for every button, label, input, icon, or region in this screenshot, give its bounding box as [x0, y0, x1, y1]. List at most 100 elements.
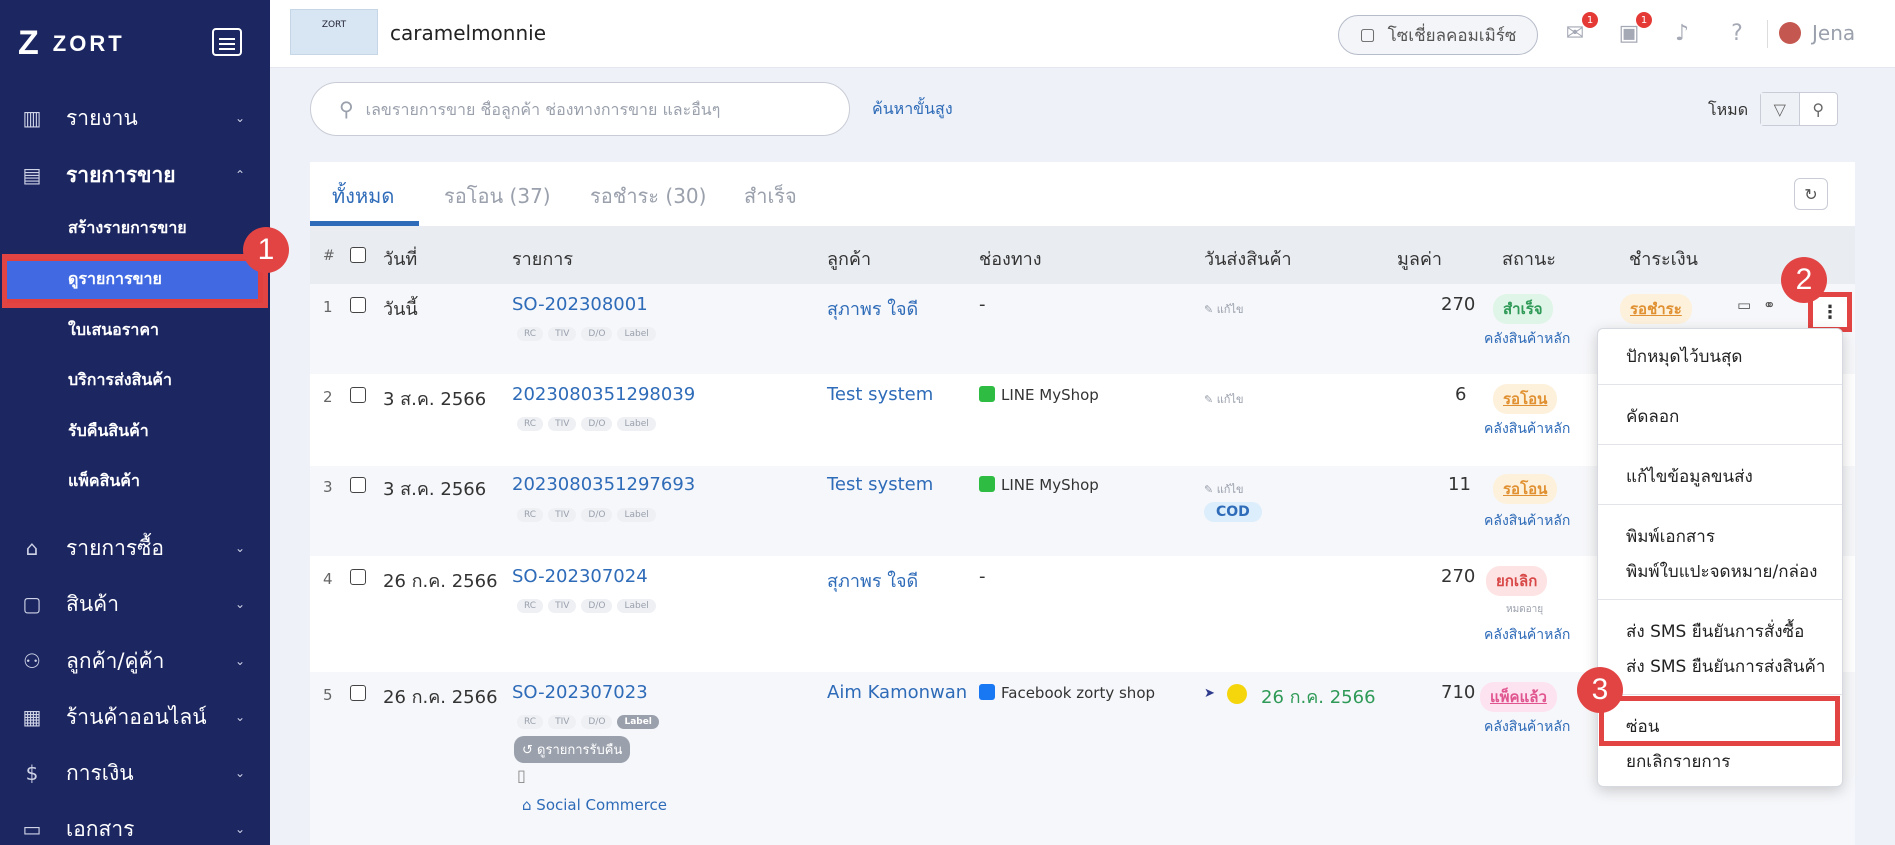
tab-all[interactable]: ทั้งหมด — [332, 180, 394, 212]
advanced-search-link[interactable]: ค้นหาขั้นสูง — [872, 97, 953, 122]
order-number-link[interactable]: 2023080351298039 — [512, 384, 695, 405]
link-icon[interactable]: ⚭ — [1763, 296, 1776, 314]
row-checkbox[interactable] — [350, 477, 366, 493]
tab-completed[interactable]: สำเร็จ — [744, 180, 797, 212]
sub-item-packing[interactable]: แพ็คสินค้า — [68, 466, 140, 496]
tag-label[interactable]: Label — [617, 327, 656, 341]
sub-item-create-sale[interactable]: สร้างรายการขาย — [68, 213, 187, 243]
warehouse-link[interactable]: คลังสินค้าหลัก — [1484, 716, 1570, 738]
tag-tiv[interactable]: TIV — [548, 715, 577, 729]
customer-link[interactable]: Test system — [827, 384, 933, 405]
col-channel[interactable]: ช่องทาง — [979, 244, 1042, 273]
col-status[interactable]: สถานะ — [1502, 244, 1556, 273]
menu-sms-shipping[interactable]: ส่ง SMS ยืนยันการส่งสินค้า — [1626, 653, 1825, 680]
order-number-link[interactable]: SO-202307024 — [512, 566, 648, 587]
tag-rc[interactable]: RC — [517, 715, 544, 729]
nav-item-online-store[interactable]: ▦ ร้านค้าออนไลน์ ⌄ — [0, 692, 270, 742]
nav-item-products[interactable]: ▢ สินค้า ⌄ — [0, 579, 270, 629]
search-mode-icon[interactable]: ⚲ — [1800, 93, 1838, 125]
customer-link[interactable]: สุภาพร ใจดี — [827, 566, 918, 595]
status-badge[interactable]: แพ็คแล้ว — [1480, 682, 1557, 712]
menu-print-document[interactable]: พิมพ์เอกสาร — [1626, 523, 1715, 550]
nav-item-customers[interactable]: ⚇ ลูกค้า/คู่ค้า ⌄ — [0, 636, 270, 686]
tag-label[interactable]: Label — [617, 508, 656, 522]
view-returns-tag[interactable]: ↺ ดูรายการรับคืน — [514, 736, 631, 763]
tag-do[interactable]: D/O — [581, 327, 613, 341]
warehouse-link[interactable]: คลังสินค้าหลัก — [1484, 418, 1570, 440]
tag-do[interactable]: D/O — [581, 417, 613, 431]
tag-label[interactable]: Label — [617, 599, 656, 613]
warehouse-link[interactable]: คลังสินค้าหลัก — [1484, 510, 1570, 532]
col-date[interactable]: วันที่ — [383, 244, 417, 273]
nav-item-documents[interactable]: ▭ เอกสาร ⌄ — [0, 804, 270, 845]
customer-link[interactable]: Test system — [827, 474, 933, 495]
nav-item-finance[interactable]: $ การเงิน ⌄ — [0, 748, 270, 798]
col-customer[interactable]: ลูกค้า — [827, 244, 871, 273]
tag-tiv[interactable]: TIV — [548, 508, 577, 522]
payment-badge[interactable]: รอชำระ — [1620, 294, 1692, 324]
tag-label[interactable]: Label — [617, 417, 656, 431]
shop-logo[interactable]: ZORT — [290, 9, 378, 55]
row-checkbox[interactable] — [350, 569, 366, 585]
tag-label[interactable]: Label — [617, 715, 659, 729]
avatar[interactable] — [1779, 22, 1801, 44]
menu-edit-shipping[interactable]: แก้ไขข้อมูลขนส่ง — [1626, 463, 1753, 490]
sub-item-returns[interactable]: รับคืนสินค้า — [68, 416, 149, 446]
social-commerce-button[interactable]: ▢ โซเชี่ยลคอมเมิร์ซ — [1338, 15, 1538, 55]
col-payment[interactable]: ชำระเงิน — [1629, 244, 1698, 273]
menu-print-label[interactable]: พิมพ์ใบแปะจดหมาย/กล่อง — [1626, 558, 1817, 585]
tag-rc[interactable]: RC — [517, 417, 544, 431]
order-number-link[interactable]: SO-202308001 — [512, 294, 648, 315]
select-all-checkbox[interactable] — [350, 247, 366, 263]
col-order[interactable]: รายการ — [512, 244, 573, 273]
order-number-link[interactable]: 2023080351297693 — [512, 474, 695, 495]
col-ship-date[interactable]: วันส่งสินค้า — [1204, 244, 1292, 273]
edit-ship-date[interactable]: ✎ แก้ไข — [1204, 300, 1244, 318]
status-badge[interactable]: รอโอน — [1493, 474, 1558, 504]
user-name[interactable]: Jena — [1812, 21, 1855, 45]
search-input[interactable] — [365, 99, 806, 119]
tag-do[interactable]: D/O — [581, 715, 613, 729]
filter-icon[interactable]: ▽ — [1761, 93, 1800, 125]
bell-icon[interactable]: ♪ — [1667, 18, 1697, 48]
tag-tiv[interactable]: TIV — [548, 417, 577, 431]
edit-ship-date[interactable]: ✎ แก้ไข — [1204, 390, 1244, 408]
tag-tiv[interactable]: TIV — [548, 327, 577, 341]
zort-logo[interactable]: Z ZORT — [18, 24, 125, 63]
sub-item-quotation[interactable]: ใบเสนอราคา — [68, 315, 159, 345]
refresh-icon[interactable]: ↻ — [1794, 178, 1828, 210]
chat-icon[interactable]: ✉ 1 — [1560, 12, 1598, 48]
nav-item-purchases[interactable]: ⌂ รายการซื้อ ⌄ — [0, 523, 270, 573]
customer-link[interactable]: Aim Kamonwan — [827, 682, 967, 703]
search-box[interactable]: ⚲ — [310, 82, 850, 136]
row-checkbox[interactable] — [350, 685, 366, 701]
tag-rc[interactable]: RC — [517, 508, 544, 522]
help-icon[interactable]: ? — [1722, 18, 1752, 48]
tab-awaiting-transfer[interactable]: รอโอน (37) — [444, 180, 551, 212]
nav-item-sales[interactable]: ▤ รายการขาย ⌃ — [0, 150, 270, 200]
tag-tiv[interactable]: TIV — [548, 599, 577, 613]
sub-item-shipping[interactable]: บริการส่งสินค้า — [68, 365, 172, 395]
sub-item-view-sales[interactable]: ดูรายการขาย — [68, 264, 162, 294]
order-number-link[interactable]: SO-202307023 — [512, 682, 648, 703]
customer-link[interactable]: สุภาพร ใจดี — [827, 294, 918, 323]
warehouse-link[interactable]: คลังสินค้าหลัก — [1484, 328, 1570, 350]
shop-name[interactable]: caramelmonnie — [390, 21, 546, 45]
edit-ship-date[interactable]: ✎ แก้ไข — [1204, 480, 1244, 498]
status-badge[interactable]: รอโอน — [1493, 384, 1558, 414]
tag-rc[interactable]: RC — [517, 599, 544, 613]
warehouse-link[interactable]: คลังสินค้าหลัก — [1484, 624, 1570, 646]
social-commerce-tag[interactable]: ⌂ Social Commerce — [522, 796, 667, 814]
menu-copy[interactable]: คัดลอก — [1626, 403, 1679, 430]
menu-toggle-icon[interactable] — [212, 28, 242, 56]
row-checkbox[interactable] — [350, 387, 366, 403]
menu-cancel-order[interactable]: ยกเลิกรายการ — [1626, 748, 1730, 775]
menu-sms-order[interactable]: ส่ง SMS ยืนยันการสั่งซื้อ — [1626, 618, 1804, 645]
document-icon[interactable]: ▯ — [517, 766, 526, 785]
credit-card-icon[interactable]: ▭ — [1737, 296, 1751, 314]
tag-rc[interactable]: RC — [517, 327, 544, 341]
col-value[interactable]: มูลค่า — [1397, 244, 1442, 273]
payment-icon[interactable]: ▣ 1 — [1614, 12, 1652, 48]
tag-do[interactable]: D/O — [581, 508, 613, 522]
row-checkbox[interactable] — [350, 297, 366, 313]
